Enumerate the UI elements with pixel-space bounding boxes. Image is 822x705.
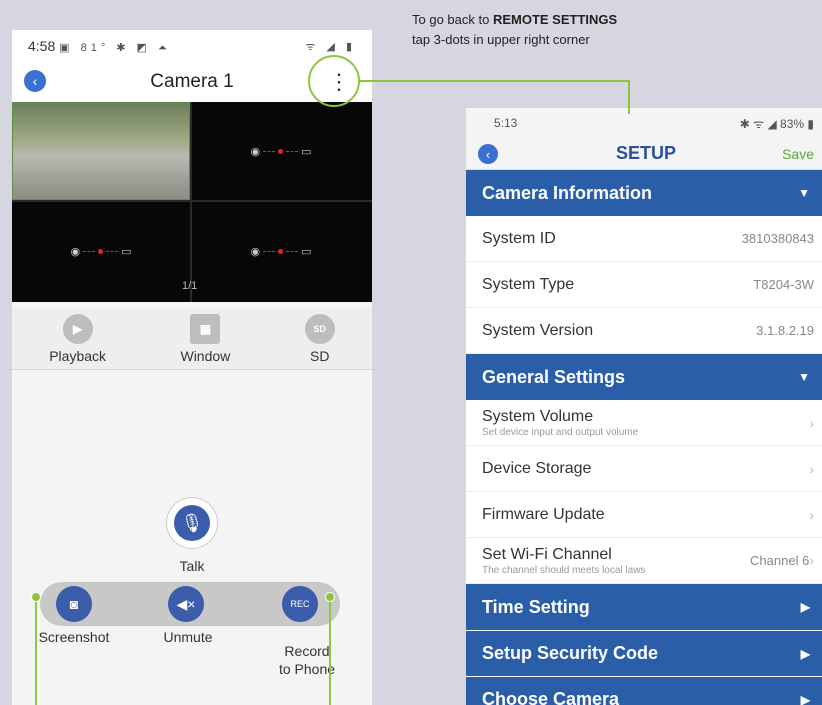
row-system-type: System Type T8204-3W [466,262,822,308]
mute-speaker-icon[interactable]: ◀× [168,586,204,622]
row-system-id: System ID 3810380843 [466,216,822,262]
row-wifi-channel[interactable]: Set Wi-Fi Channel The channel should mee… [466,538,822,584]
status-bar: 4:58 ▣ 81° ✱ ◩ ⏶ ᯤ ◢ ▮ [12,30,372,62]
highlight-circle [308,55,360,107]
status-icons: ▣ 81° ✱ ◩ ⏶ [59,41,171,54]
caret-down-icon: ▼ [798,370,810,384]
callout-line [360,80,630,82]
callout-dot [31,592,41,602]
camera-live-view-screen: 4:58 ▣ 81° ✱ ◩ ⏶ ᯤ ◢ ▮ ‹ Camera 1 ⋮ ◉ ▭ ◉… [12,30,372,705]
camera-feed-1[interactable] [12,102,190,200]
playback-button[interactable]: ▶ Playback [49,313,107,364]
sd-hd-icon: SD [304,313,335,344]
row-system-volume[interactable]: System Volume Set device input and outpu… [466,400,822,446]
row-system-version: System Version 3.1.8.2.19 [466,308,822,354]
camera-grid: ◉ ▭ ◉ ▭ ◉ ▭ 1/1 [12,102,372,302]
back-icon[interactable]: ‹ [478,144,498,164]
annotation-bold-term: REMOTE SETTINGS [492,12,618,27]
record-icon[interactable]: REC [282,586,318,622]
screenshot-label: Screenshot [38,629,110,645]
view-toolbar: ▶ Playback ▦ Window SD SD [12,308,372,370]
chevron-right-icon: › [809,460,814,477]
instruction-annotation: To go back to REMOTE SETTINGS tap 3-dots… [412,10,617,50]
section-camera-information[interactable]: Camera Information ▼ [466,170,822,216]
setup-screen: 5:13 ✱ ᯤ ◢ 83% ▮ ‹ SETUP Save Camera Inf… [466,108,822,705]
chevron-right-icon: › [809,506,814,523]
disconnected-link-icon: ◉ ▭ [70,245,132,258]
window-label: Window [180,347,231,364]
play-icon: ▶ [62,313,93,344]
status-right-icons: ✱ ᯤ ◢ 83% ▮ [739,116,814,131]
sd-label: SD [310,347,330,364]
page-indicator: 1/1 [182,280,198,292]
status-time: 5:13 [494,116,518,130]
caret-down-icon: ▼ [798,186,810,200]
section-general-settings[interactable]: General Settings ▼ [466,354,822,400]
section-time-setting[interactable]: Time Setting ▶ [466,584,822,630]
camera-feed-4[interactable]: ◉ ▭ [192,202,370,300]
callout-line [35,598,37,705]
unmute-label: Unmute [163,629,213,645]
caret-right-icon: ▶ [800,600,810,614]
grid-divider [190,102,192,302]
playback-label: Playback [49,347,107,364]
annotation-line-1: To go back to REMOTE SETTINGS [412,12,618,27]
chevron-right-icon: › [809,414,814,431]
caret-right-icon: ▶ [800,692,810,705]
camera-feed-2[interactable]: ◉ ▭ [192,102,370,200]
microphone-icon: 🎙 [174,505,210,541]
callout-line [628,80,630,114]
page-title: SETUP [615,143,676,163]
status-bar: 5:13 ✱ ᯤ ◢ 83% ▮ [466,108,822,138]
disconnected-link-icon: ◉ ▭ [250,245,312,258]
talk-button[interactable]: 🎙 Talk [164,498,220,574]
annotation-line-2: tap 3-dots in upper right corner [412,32,590,47]
disconnected-link-icon: ◉ ▭ [250,145,312,158]
nav-bar: ‹ SETUP Save [466,138,822,170]
record-label: Record to Phone [278,643,336,677]
talk-label: Talk [179,558,205,574]
section-security-code[interactable]: Setup Security Code ▶ [466,630,822,676]
status-time: 4:58 [28,37,56,54]
row-device-storage[interactable]: Device Storage › [466,446,822,492]
caret-right-icon: ▶ [800,646,810,661]
row-firmware-update[interactable]: Firmware Update › [466,492,822,538]
section-choose-camera[interactable]: Choose Camera ▶ [466,676,822,705]
camera-feed-3[interactable]: ◉ ▭ [12,202,190,300]
window-button[interactable]: ▦ Window [180,313,231,364]
sd-button[interactable]: SD SD [304,313,335,364]
camera-icon[interactable]: ◙ [56,586,92,622]
back-icon[interactable]: ‹ [24,70,46,92]
chevron-right-icon: › [809,551,814,568]
save-button[interactable]: Save [782,146,814,162]
callout-dot [325,592,335,602]
grid-icon: ▦ [190,313,221,344]
status-right-icons: ᯤ ◢ ▮ [305,40,356,53]
grid-divider [12,200,372,202]
callout-line [329,598,331,705]
